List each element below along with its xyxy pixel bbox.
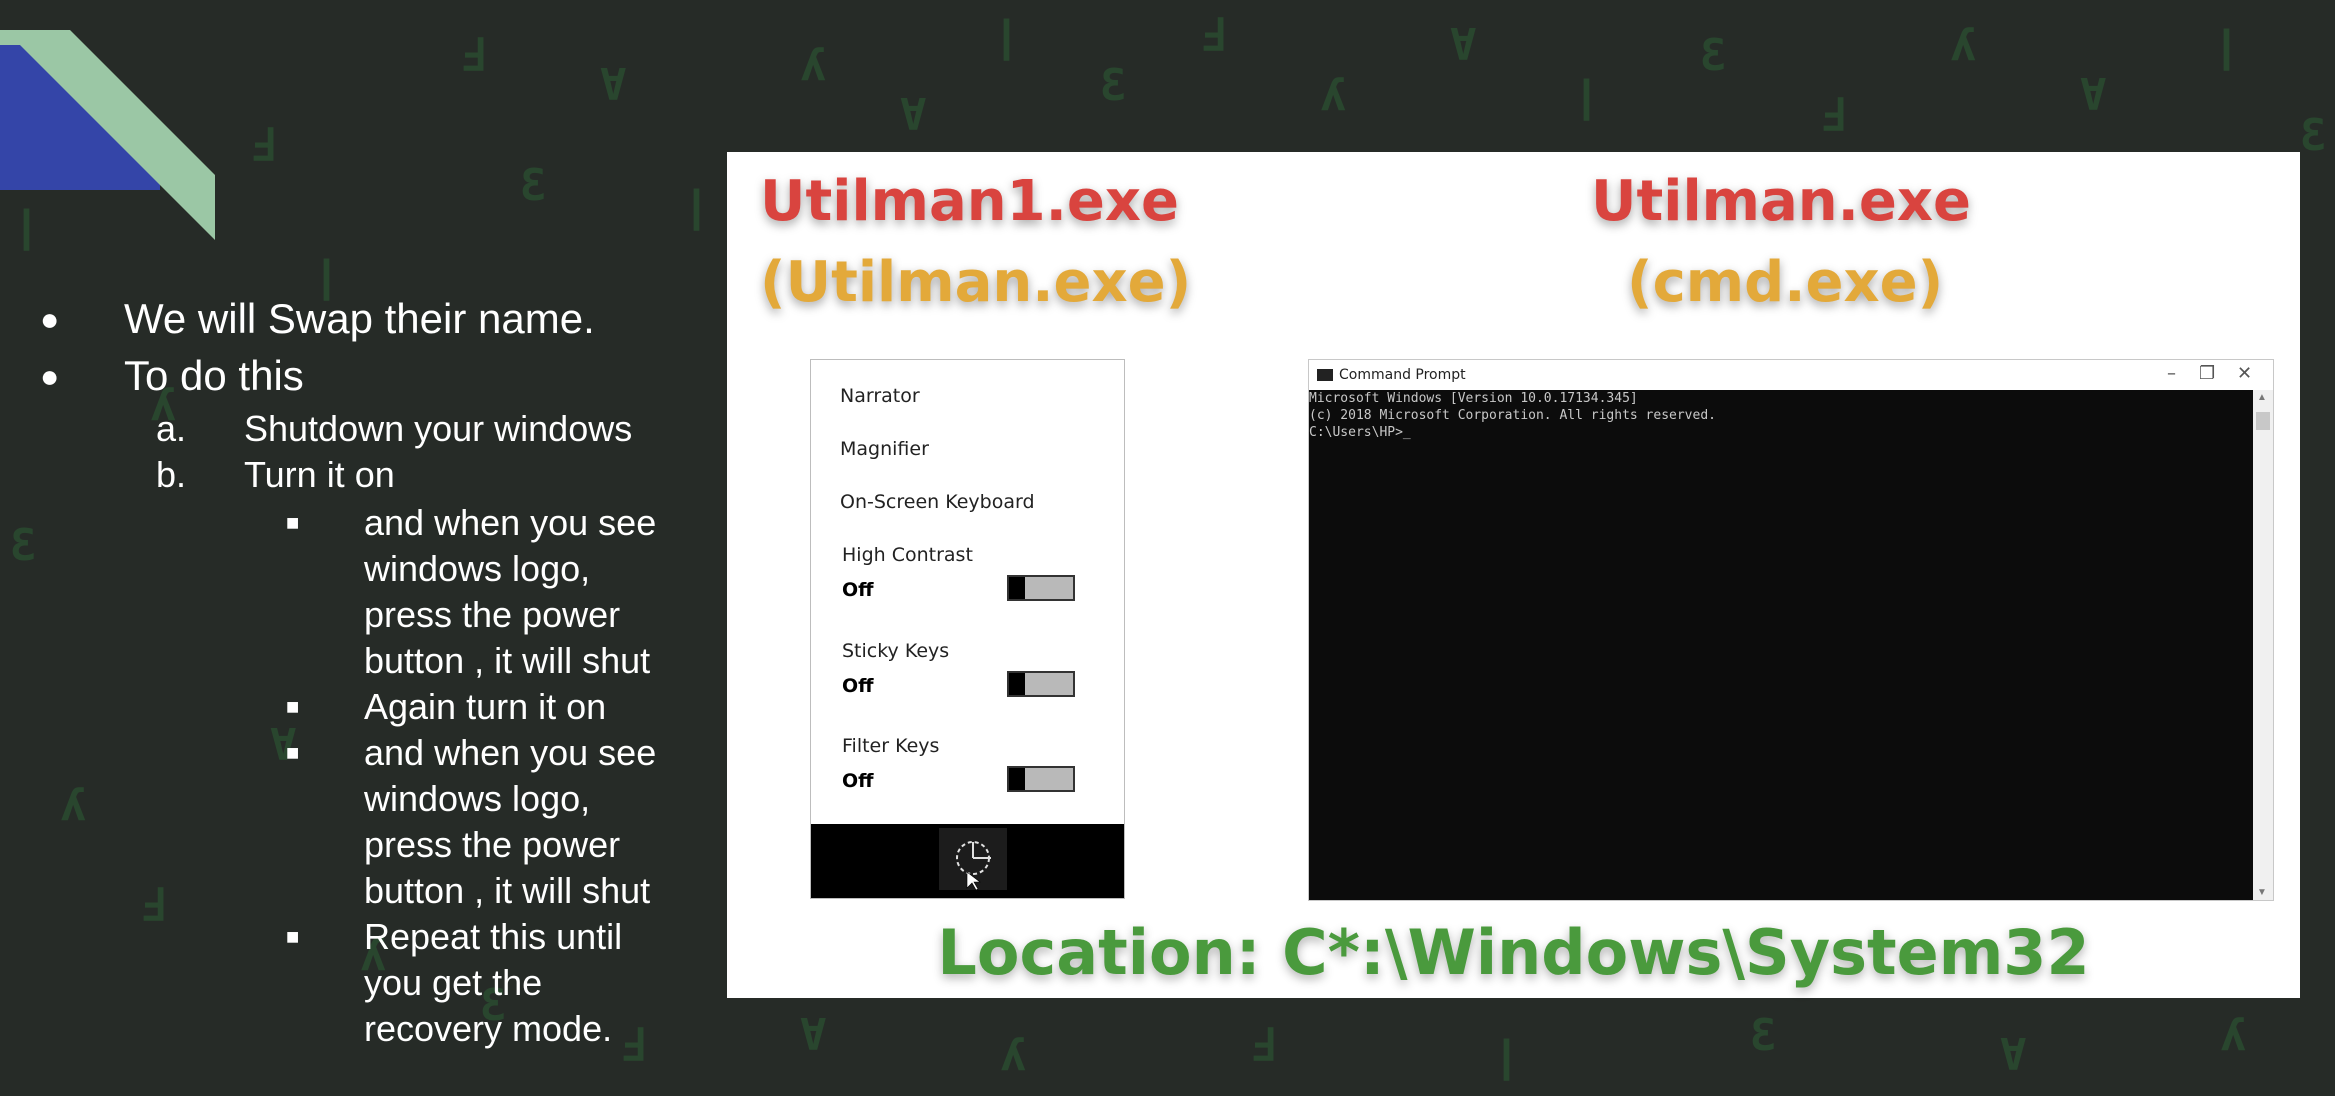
bullet-text: To do this <box>124 352 304 399</box>
filter-keys-toggle[interactable] <box>1007 766 1075 792</box>
step-text: and when you see windows logo, press the… <box>364 732 657 911</box>
sub-bullet-marker: b. <box>156 454 187 495</box>
left-subtitle: (Utilman.exe) <box>760 250 1192 315</box>
sticky-keys-label: Sticky Keys <box>842 640 950 662</box>
sub-bullet-text: Shutdown your windows <box>244 408 633 449</box>
sticky-keys-toggle[interactable] <box>1007 671 1075 697</box>
step-marker: ■ <box>286 740 300 765</box>
illustration-image: Utilman1.exe (Utilman.exe) Utilman.exe (… <box>727 152 2300 998</box>
close-button[interactable]: ✕ <box>2237 363 2252 384</box>
step-marker: ■ <box>286 924 300 949</box>
sub-bullet-text: Turn it on <box>244 454 395 495</box>
ease-footer <box>811 824 1124 898</box>
console-prompt: C:\Users\HP>_ <box>1309 425 1411 440</box>
maximize-button[interactable]: ❐ <box>2199 363 2215 384</box>
scroll-thumb[interactable] <box>2256 412 2270 430</box>
step-text: Repeat this until you get the recovery m… <box>364 916 623 1049</box>
high-contrast-label: High Contrast <box>842 544 973 566</box>
left-title: Utilman1.exe <box>760 169 1179 234</box>
corner-decoration <box>0 30 215 240</box>
ease-of-access-menu: Narrator Magnifier On-Screen Keyboard Hi… <box>810 359 1125 899</box>
bullet-text: We will Swap their name. <box>124 295 595 342</box>
step-text: and when you see windows logo, press the… <box>364 502 657 681</box>
narrator-item[interactable]: Narrator <box>840 385 920 407</box>
cmd-titlebar[interactable]: Command Prompt – ❐ ✕ <box>1309 360 2273 390</box>
sticky-keys-state: Off <box>842 675 874 697</box>
step-marker: ■ <box>286 510 300 535</box>
bullet-dot: ● <box>40 358 60 394</box>
command-prompt-window: Command Prompt – ❐ ✕ Microsoft Windows [… <box>1308 359 2274 901</box>
scroll-up-icon[interactable]: ▲ <box>2257 392 2267 403</box>
high-contrast-state: Off <box>842 579 874 601</box>
right-title: Utilman.exe <box>1591 169 1971 234</box>
console-line: (c) 2018 Microsoft Corporation. All righ… <box>1309 408 1716 423</box>
location-caption: Location: C*:\Windows\System32 <box>937 916 2090 989</box>
console-line: Microsoft Windows [Version 10.0.17134.34… <box>1309 391 1638 406</box>
ease-of-access-button[interactable] <box>939 828 1007 891</box>
right-subtitle: (cmd.exe) <box>1627 250 1944 315</box>
minimize-button[interactable]: – <box>2167 363 2176 384</box>
ease-of-access-icon <box>956 841 991 891</box>
filter-keys-state: Off <box>842 770 874 792</box>
scroll-down-icon[interactable]: ▼ <box>2257 887 2267 898</box>
cmd-title: Command Prompt <box>1339 367 1466 383</box>
cmd-console[interactable]: Microsoft Windows [Version 10.0.17134.34… <box>1309 390 2253 900</box>
sub-bullet-marker: a. <box>156 408 187 449</box>
filter-keys-label: Filter Keys <box>842 735 940 757</box>
cmd-scrollbar[interactable]: ▲ ▼ <box>2253 390 2273 900</box>
on-screen-keyboard-item[interactable]: On-Screen Keyboard <box>840 491 1035 513</box>
high-contrast-toggle[interactable] <box>1007 575 1075 601</box>
step-text: Again turn it on <box>364 686 607 727</box>
cmd-icon <box>1317 369 1333 381</box>
magnifier-item[interactable]: Magnifier <box>840 438 929 460</box>
bullet-dot: ● <box>40 301 60 337</box>
step-marker: ■ <box>286 694 300 719</box>
